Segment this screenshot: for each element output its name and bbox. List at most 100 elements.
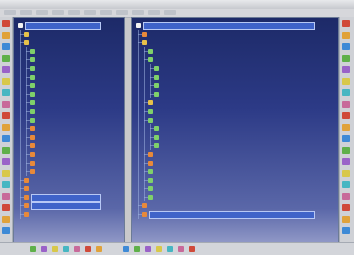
tree-node[interactable] [136, 210, 336, 220]
tree-node[interactable] [18, 192, 122, 202]
draft-icon[interactable] [342, 112, 350, 119]
tree-node[interactable] [18, 81, 122, 90]
menu-item[interactable] [148, 10, 160, 15]
tree-node[interactable] [136, 55, 336, 64]
menu-item[interactable] [116, 10, 128, 15]
color-icon[interactable] [2, 146, 10, 154]
tree-node[interactable] [136, 81, 336, 90]
sphere-icon[interactable] [2, 192, 10, 200]
fillet-icon[interactable] [342, 89, 350, 96]
tree-node[interactable] [18, 115, 122, 125]
pad-icon[interactable] [342, 54, 350, 62]
part-icon[interactable] [342, 20, 350, 27]
home-icon[interactable] [30, 246, 36, 252]
shell-icon[interactable] [342, 123, 350, 131]
tree-node[interactable] [18, 184, 122, 193]
tree-node[interactable] [136, 21, 336, 30]
camera-icon[interactable] [2, 215, 10, 223]
snap-icon[interactable] [2, 123, 10, 131]
body-icon[interactable] [342, 31, 350, 39]
menu-item[interactable] [52, 10, 64, 15]
rotate-icon[interactable] [96, 246, 102, 252]
menu-item[interactable] [4, 10, 16, 15]
tree-node[interactable] [136, 46, 336, 56]
tree-node[interactable] [136, 29, 336, 39]
tree-node[interactable] [18, 201, 122, 211]
pattern-icon[interactable] [342, 146, 350, 154]
render-icon[interactable] [2, 204, 10, 211]
menu-item[interactable] [68, 10, 80, 15]
tree-node[interactable] [18, 29, 122, 39]
tree-node[interactable] [136, 63, 336, 73]
tree-node[interactable] [136, 115, 336, 125]
specification-tree-viewport-left[interactable] [13, 17, 125, 243]
assembly-icon[interactable] [342, 181, 350, 188]
constraint-icon[interactable] [342, 192, 350, 200]
zoom-icon[interactable] [2, 43, 10, 50]
tree-node[interactable] [18, 175, 122, 185]
menu-item[interactable] [132, 10, 144, 15]
menu-item[interactable] [84, 10, 96, 15]
wrench-icon[interactable] [342, 169, 350, 177]
tree-node[interactable] [136, 89, 336, 99]
front-view-icon[interactable] [145, 246, 151, 252]
select-icon[interactable] [2, 20, 10, 27]
tree-node[interactable] [18, 55, 122, 64]
menu-item[interactable] [164, 10, 176, 15]
tree-node[interactable] [136, 124, 336, 133]
tree-node[interactable] [136, 167, 336, 176]
layer-icon[interactable] [189, 246, 195, 252]
tree-node[interactable] [18, 21, 122, 30]
measure-icon[interactable] [2, 89, 10, 96]
tree-node[interactable] [18, 167, 122, 176]
rotate-icon[interactable] [2, 54, 10, 62]
swap-icon[interactable] [178, 246, 184, 252]
hand-icon[interactable] [2, 31, 10, 39]
hole-icon[interactable] [342, 77, 350, 85]
iso-view-icon[interactable] [134, 246, 140, 252]
sketch-icon[interactable] [342, 43, 350, 50]
zoom-in-icon[interactable] [74, 246, 80, 252]
fit-icon[interactable] [63, 246, 69, 252]
view-icon[interactable] [2, 77, 10, 85]
tree-node[interactable] [18, 124, 122, 133]
tree-node[interactable] [18, 210, 122, 219]
forward-icon[interactable] [52, 246, 58, 252]
shading-icon[interactable] [156, 246, 162, 252]
tree-node[interactable] [136, 38, 336, 47]
tree-node[interactable] [136, 98, 336, 107]
pocket-icon[interactable] [342, 66, 350, 73]
tree-node[interactable] [18, 132, 122, 142]
ruler-icon[interactable] [2, 112, 10, 119]
tree-node[interactable] [18, 89, 122, 99]
axis-icon[interactable] [2, 169, 10, 177]
specification-tree-viewport-right[interactable] [131, 17, 339, 243]
tree-node[interactable] [136, 132, 336, 142]
tree-node[interactable] [136, 141, 336, 150]
pan-icon[interactable] [2, 66, 10, 73]
menu-item[interactable] [20, 10, 32, 15]
tree-node[interactable] [136, 192, 336, 202]
apply-icon[interactable] [342, 215, 350, 223]
zoom-out-icon[interactable] [85, 246, 91, 252]
chamfer-icon[interactable] [342, 100, 350, 108]
normal-view-icon[interactable] [123, 246, 129, 252]
tree-node[interactable] [18, 106, 122, 116]
menu-item[interactable] [36, 10, 48, 15]
tree-node[interactable] [18, 72, 122, 82]
tree-node[interactable] [136, 175, 336, 185]
tree-node[interactable] [136, 72, 336, 82]
tree-node[interactable] [136, 106, 336, 116]
tree-node[interactable] [18, 141, 122, 150]
tree-node[interactable] [136, 158, 336, 168]
tree-node[interactable] [136, 149, 336, 159]
tree-node[interactable] [18, 63, 122, 73]
light-icon[interactable] [2, 135, 10, 142]
tree-node[interactable] [18, 98, 122, 107]
tree-node[interactable] [136, 201, 336, 211]
cube-icon[interactable] [2, 181, 10, 188]
tree-node[interactable] [18, 46, 122, 56]
tree-node[interactable] [18, 158, 122, 168]
tree-node[interactable] [136, 184, 336, 193]
help-icon[interactable] [2, 227, 10, 234]
